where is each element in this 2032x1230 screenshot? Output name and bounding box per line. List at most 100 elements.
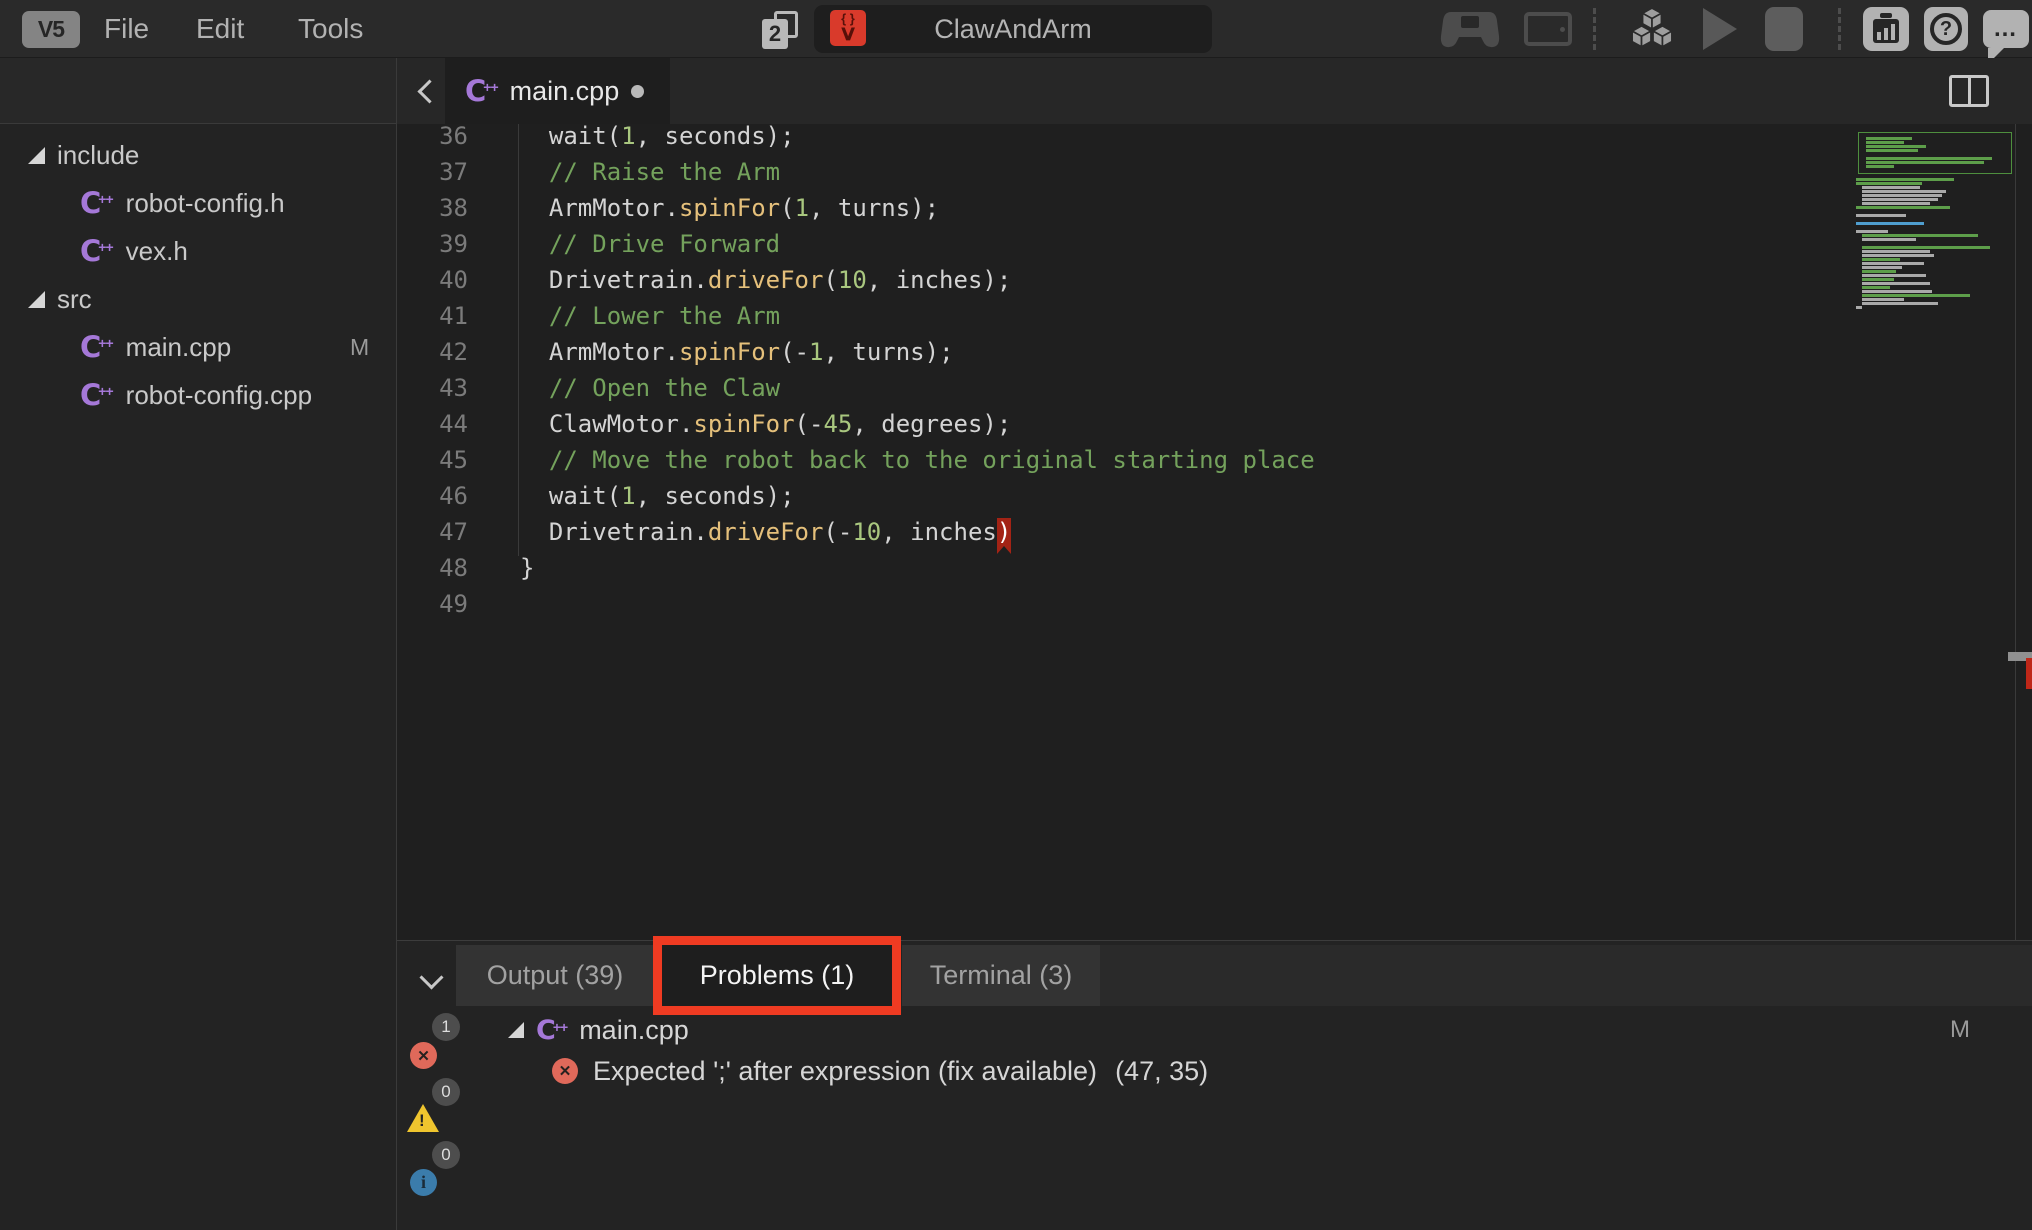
menu-tools[interactable]: Tools: [298, 0, 363, 58]
code-line[interactable]: 37 // Raise the Arm: [397, 154, 2032, 190]
project-name: ClawAndArm: [814, 5, 1212, 53]
download-cubes-icon: [1629, 6, 1675, 52]
battery-button[interactable]: [1860, 0, 1912, 58]
run-button[interactable]: [1698, 0, 1742, 58]
line-number: 41: [397, 298, 468, 334]
panel-tab-terminal[interactable]: Terminal (3): [902, 945, 1100, 1006]
unsaved-dot-icon: [631, 85, 644, 98]
minimap-line: [1862, 266, 1902, 269]
panel-tab-output[interactable]: Output (39): [456, 945, 654, 1006]
minimap-line: [1856, 178, 1954, 181]
line-number: 42: [397, 334, 468, 370]
minimap-line: [1866, 145, 1926, 148]
modified-badge: M: [350, 334, 369, 361]
minimap-line: [1862, 294, 1970, 297]
file-label: vex.h: [126, 236, 188, 267]
chevron-down-icon: [419, 965, 443, 989]
problems-file-label: main.cpp: [579, 1015, 689, 1046]
minimap-line: [1866, 165, 1894, 168]
code-text[interactable]: Drivetrain.driveFor(-10, inches): [520, 514, 1011, 550]
file-explorer-sidebar: includeC++robot-config.hC++vex.hsrc C++ ma…: [0, 58, 397, 1230]
feedback-button[interactable]: …: [1981, 0, 2031, 58]
scrollbar-error-mark: [2026, 658, 2032, 689]
line-number: 39: [397, 226, 468, 262]
expand-triangle-icon: [508, 1022, 524, 1038]
code-text[interactable]: wait(1, seconds);: [520, 478, 795, 514]
menu-edit[interactable]: Edit: [196, 0, 244, 58]
feedback-chat-icon: …: [1983, 10, 2029, 48]
minimap-line: [1862, 278, 1894, 281]
error-icon: [410, 1042, 437, 1069]
tree-item-src[interactable]: src: [0, 275, 396, 323]
scrollbar-track: [2015, 124, 2016, 940]
code-line[interactable]: 41 // Lower the Arm: [397, 298, 2032, 334]
cpp-file-icon: C++: [80, 333, 113, 362]
code-text[interactable]: Drivetrain.driveFor(10, inches);: [520, 262, 1011, 298]
code-line[interactable]: 38 ArmMotor.spinFor(1, turns);: [397, 190, 2032, 226]
line-number: 45: [397, 442, 468, 478]
info-icon: [410, 1169, 437, 1196]
code-line[interactable]: 39 // Drive Forward: [397, 226, 2032, 262]
minimap-line: [1856, 206, 1950, 209]
minimap[interactable]: [1856, 130, 2014, 330]
help-icon: ?: [1924, 7, 1968, 51]
code-line[interactable]: 47 Drivetrain.driveFor(-10, inches): [397, 514, 2032, 550]
tree-item-main-cpp[interactable]: C++ main.cpp M: [0, 323, 396, 371]
code-text[interactable]: ArmMotor.spinFor(1, turns);: [520, 190, 939, 226]
minimap-line: [1866, 161, 1984, 164]
code-line[interactable]: 44 ClawMotor.spinFor(-45, degrees);: [397, 406, 2032, 442]
line-number: 43: [397, 370, 468, 406]
code-line[interactable]: 46 wait(1, seconds);: [397, 478, 2032, 514]
code-text[interactable]: // Lower the Arm: [520, 298, 780, 334]
code-editor[interactable]: 36 wait(1, seconds);37 // Raise the Arm3…: [397, 124, 2032, 940]
code-line[interactable]: 48}: [397, 550, 2032, 586]
panel-collapse-button[interactable]: [411, 959, 451, 995]
problems-file-row[interactable]: C++ main.cpp M: [508, 1009, 2008, 1051]
code-line[interactable]: 42 ArmMotor.spinFor(-1, turns);: [397, 334, 2032, 370]
code-text[interactable]: // Raise the Arm: [520, 154, 780, 190]
code-text[interactable]: // Open the Claw: [520, 370, 780, 406]
code-text[interactable]: }: [520, 550, 534, 586]
brain-button[interactable]: [1518, 0, 1578, 58]
minimap-line: [1862, 234, 1978, 237]
code-text[interactable]: ArmMotor.spinFor(-1, turns);: [520, 334, 954, 370]
v5-logo-icon[interactable]: V5: [22, 11, 80, 48]
project-selector[interactable]: { }∨ ClawAndArm: [814, 5, 1212, 53]
minimap-line: [1862, 270, 1896, 273]
warning-count-badge: 0: [432, 1078, 460, 1106]
code-line[interactable]: 45 // Move the robot back to the origina…: [397, 442, 2032, 478]
code-line[interactable]: 36 wait(1, seconds);: [397, 124, 2032, 154]
tab-back-button[interactable]: [411, 58, 447, 124]
stop-button[interactable]: [1762, 0, 1806, 58]
split-editor-button[interactable]: [1949, 75, 1989, 107]
brain-icon: [1524, 12, 1572, 46]
panel-tab-problems[interactable]: Problems (1): [662, 945, 892, 1006]
code-line[interactable]: 49: [397, 586, 2032, 622]
code-text[interactable]: // Move the robot back to the original s…: [520, 442, 1315, 478]
code-text[interactable]: ClawMotor.spinFor(-45, degrees);: [520, 406, 1011, 442]
tree-item-include[interactable]: include: [0, 131, 396, 179]
minimap-line: [1862, 186, 1920, 189]
line-number: 47: [397, 514, 468, 550]
tree-item-robot-config-cpp[interactable]: C++robot-config.cpp: [0, 371, 396, 419]
minimap-line: [1866, 137, 1912, 140]
line-number: 36: [397, 124, 468, 154]
controller-button[interactable]: [1438, 0, 1502, 58]
line-number: 40: [397, 262, 468, 298]
problem-item-row[interactable]: Expected ';' after expression (fix avail…: [552, 1051, 1208, 1091]
menu-file[interactable]: File: [104, 0, 149, 58]
slot-number-icon[interactable]: 2: [762, 11, 802, 49]
tree-item-robot-config-h[interactable]: C++robot-config.h: [0, 179, 396, 227]
code-text[interactable]: // Drive Forward: [520, 226, 780, 262]
code-text[interactable]: wait(1, seconds);: [520, 124, 795, 154]
download-button[interactable]: [1626, 0, 1678, 58]
minimap-line: [1866, 149, 1918, 152]
code-line[interactable]: 40 Drivetrain.driveFor(10, inches);: [397, 262, 2032, 298]
tree-item-vex-h[interactable]: C++vex.h: [0, 227, 396, 275]
help-button[interactable]: ?: [1921, 0, 1971, 58]
tab-main-cpp[interactable]: C++ main.cpp: [445, 58, 670, 124]
code-line[interactable]: 43 // Open the Claw: [397, 370, 2032, 406]
line-number: 49: [397, 586, 468, 622]
minimap-line: [1856, 306, 1862, 309]
file-label: main.cpp: [126, 332, 232, 363]
